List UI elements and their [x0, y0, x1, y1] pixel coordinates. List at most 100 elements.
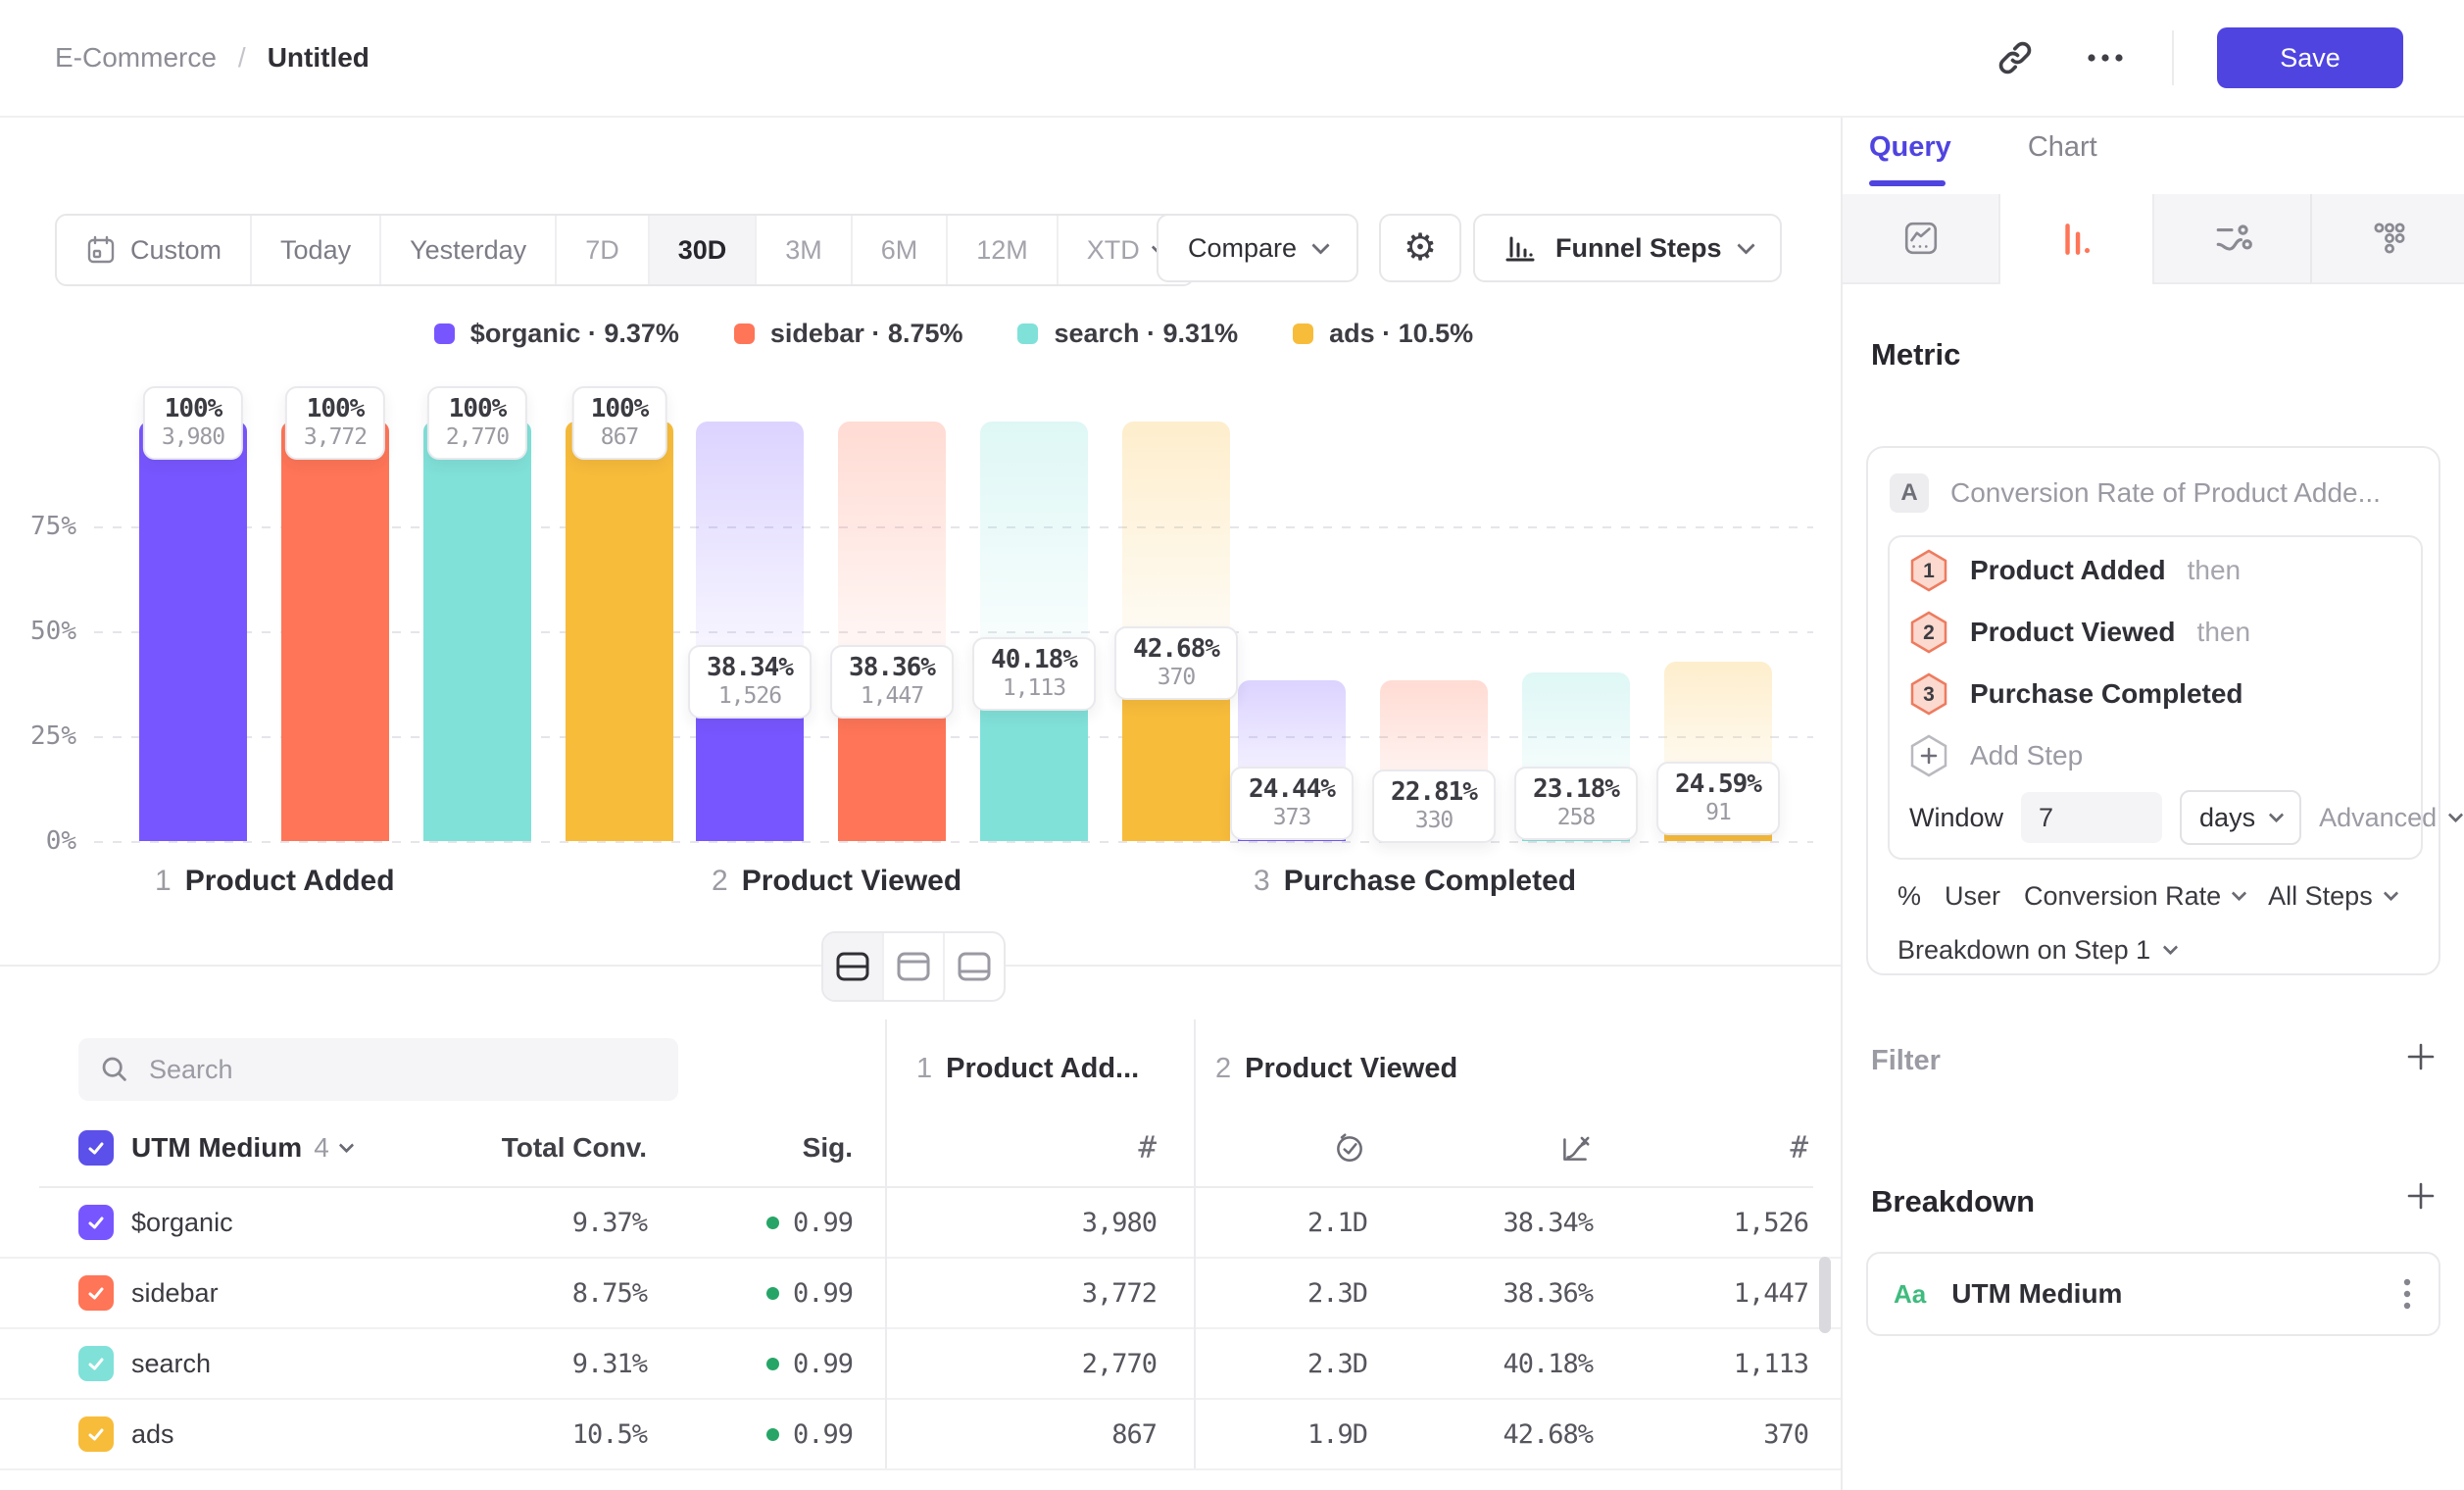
- add-step-icon: [1909, 734, 1948, 777]
- significance-value: 0.99: [793, 1349, 853, 1379]
- step-then-label: then: [2188, 555, 2242, 586]
- row-checkbox-cell: [78, 1400, 114, 1468]
- tab-chart[interactable]: Chart: [2028, 131, 2097, 164]
- significance-value: 0.99: [793, 1208, 853, 1238]
- layout-table-only-toggle[interactable]: [945, 933, 1004, 1000]
- row-step2-rate: 40.18%: [1392, 1329, 1593, 1398]
- window-value-input[interactable]: [2021, 792, 2162, 843]
- breakdown-column-header[interactable]: UTM Medium 4: [131, 1110, 352, 1186]
- metric-summary[interactable]: A Conversion Rate of Product Adde...: [1890, 473, 2381, 513]
- bar-conversion-pct: 38.34%: [707, 652, 793, 683]
- step2-rate-header[interactable]: [1392, 1110, 1593, 1186]
- breakdown-property-card[interactable]: Aa UTM Medium: [1866, 1252, 2440, 1336]
- breakdown-on-step-select[interactable]: Breakdown on Step 1: [1897, 930, 2176, 969]
- save-button[interactable]: Save: [2217, 27, 2403, 88]
- table-row[interactable]: ads10.5%0.998671.9D42.68%370: [0, 1400, 1841, 1470]
- layout-chart-only-toggle[interactable]: [884, 933, 945, 1000]
- advanced-label: Advanced: [2319, 803, 2437, 833]
- funnel-bar[interactable]: [281, 422, 389, 841]
- breadcrumb-separator: /: [238, 42, 246, 74]
- metric-card: A Conversion Rate of Product Adde... 1Pr…: [1866, 446, 2440, 975]
- significance-dot: [766, 1358, 779, 1370]
- measurement-type-select[interactable]: Conversion Rate: [2024, 881, 2244, 912]
- sig-header[interactable]: Sig.: [686, 1110, 853, 1186]
- row-total-conv: 10.5%: [412, 1400, 647, 1468]
- step-then-label: then: [2197, 617, 2251, 648]
- bar-conversion-pct: 100%: [591, 393, 649, 424]
- bar-conversion-pct: 23.18%: [1533, 773, 1619, 805]
- conversion-rate-icon: [1557, 1130, 1593, 1166]
- funnel-bar[interactable]: [566, 422, 673, 841]
- row-step1-count: 2,770: [902, 1329, 1157, 1398]
- chevron-down-icon: [2269, 807, 2285, 822]
- row-checkbox[interactable]: [78, 1205, 114, 1240]
- string-type-badge: Aa: [1894, 1279, 1926, 1310]
- bar-conversion-pct: 42.68%: [1133, 633, 1219, 665]
- table-search[interactable]: [78, 1038, 678, 1101]
- bar-count: 1,113: [991, 675, 1077, 702]
- steps-scope-select[interactable]: All Steps: [2268, 881, 2396, 912]
- funnel-step-row[interactable]: 2Product Viewedthen: [1890, 601, 2421, 663]
- percent-symbol: %: [1897, 881, 1921, 912]
- funnel-bar[interactable]: [423, 422, 531, 841]
- metric-section-title: Metric: [1871, 337, 1960, 372]
- advanced-toggle[interactable]: Advanced: [2319, 803, 2461, 833]
- y-axis-tick: 0%: [0, 826, 76, 856]
- bar-label-card: 24.44%373: [1230, 767, 1354, 840]
- row-checkbox[interactable]: [78, 1346, 114, 1381]
- add-step-row[interactable]: Add Step: [1890, 724, 2421, 786]
- y-axis-tick: 25%: [0, 721, 76, 751]
- tab-query[interactable]: Query: [1869, 131, 1951, 164]
- funnel-bar[interactable]: [139, 422, 247, 841]
- flows-report-tab[interactable]: [2154, 194, 2310, 284]
- copy-link-button[interactable]: [1992, 34, 2039, 81]
- breadcrumb-page-title[interactable]: Untitled: [268, 42, 370, 74]
- counting-method[interactable]: User: [1945, 881, 2000, 912]
- window-unit-select[interactable]: days: [2180, 790, 2301, 845]
- row-significance: 0.99: [686, 1188, 853, 1257]
- breakdown-count: 4: [314, 1132, 329, 1164]
- bar-conversion-pct: 22.81%: [1391, 776, 1477, 808]
- row-name: ads: [131, 1400, 174, 1468]
- step2-time-header[interactable]: [1215, 1110, 1367, 1186]
- funnel-step-row[interactable]: 1Product Addedthen: [1890, 539, 2421, 601]
- row-total-conv: 9.31%: [412, 1329, 647, 1398]
- table-row[interactable]: search9.31%0.992,7702.3D40.18%1,113: [0, 1329, 1841, 1400]
- row-name: $organic: [131, 1188, 233, 1257]
- steps-scope-label: All Steps: [2268, 881, 2373, 912]
- bar-count: 91: [1675, 800, 1761, 826]
- bar-label-card: 24.59%91: [1656, 762, 1780, 835]
- table-row[interactable]: $organic9.37%0.993,9802.1D38.34%1,526: [0, 1188, 1841, 1259]
- funnels-report-tab[interactable]: [1998, 194, 2154, 284]
- step-axis-label: 2Product Viewed: [712, 865, 961, 898]
- bar-conversion-pct: 24.59%: [1675, 769, 1761, 800]
- table-scrollbar[interactable]: [1819, 1257, 1831, 1333]
- row-checkbox-cell: [78, 1188, 114, 1257]
- add-breakdown-button[interactable]: [2399, 1174, 2442, 1217]
- more-menu-button[interactable]: [2082, 34, 2129, 81]
- retention-icon: [2371, 220, 2408, 257]
- step1-count-header[interactable]: #: [902, 1110, 1157, 1186]
- layout-toggle-group: [821, 931, 1006, 1002]
- conversion-window-row: Window days Advanced: [1890, 786, 2421, 849]
- search-input[interactable]: [147, 1054, 621, 1086]
- breakdown-options-button[interactable]: [2401, 1274, 2413, 1314]
- layout-split-toggle[interactable]: [823, 933, 884, 1000]
- funnel-step-row[interactable]: 3Purchase Completed: [1890, 663, 2421, 724]
- breadcrumb-section[interactable]: E-Commerce: [55, 42, 217, 74]
- total-conv-header[interactable]: Total Conv.: [412, 1110, 647, 1186]
- row-step2-rate: 38.34%: [1392, 1188, 1593, 1257]
- select-all-checkbox[interactable]: [78, 1130, 114, 1166]
- check-icon: [85, 1282, 107, 1304]
- row-checkbox[interactable]: [78, 1416, 114, 1452]
- step2-count-header[interactable]: #: [1617, 1110, 1808, 1186]
- bar-label-card: 100%3,980: [143, 386, 243, 460]
- gridline: [94, 841, 1813, 843]
- insights-report-tab[interactable]: [1843, 194, 1998, 284]
- add-filter-button[interactable]: [2399, 1035, 2442, 1078]
- report-canvas: CustomTodayYesterday7D30D3M6M12MXTD Comp…: [0, 116, 1841, 1490]
- row-checkbox[interactable]: [78, 1275, 114, 1311]
- retention-report-tab[interactable]: [2310, 194, 2464, 284]
- table-row[interactable]: sidebar8.75%0.993,7722.3D38.36%1,447: [0, 1259, 1841, 1329]
- top-view-icon: [897, 952, 930, 981]
